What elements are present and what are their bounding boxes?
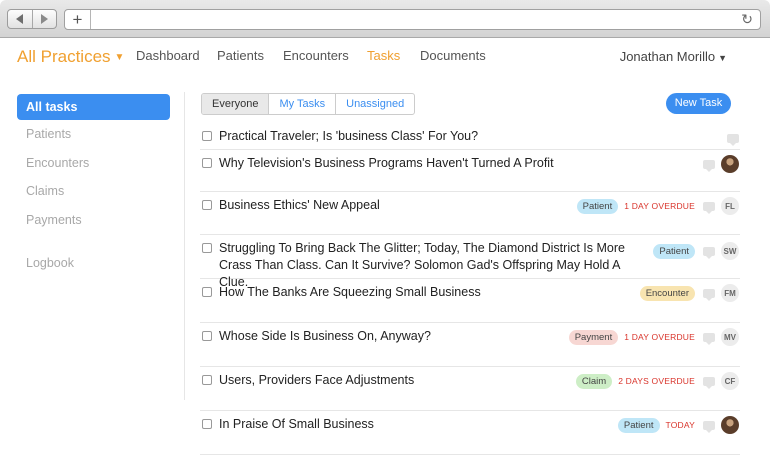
task-tag: Encounter — [639, 285, 695, 301]
avatar[interactable]: CF — [721, 372, 739, 390]
task-meta: Claim 2 DAYS OVERDUE CF — [575, 372, 739, 390]
nav-documents[interactable]: Documents — [420, 48, 486, 63]
task-row: Struggling To Bring Back The Glitter; To… — [200, 235, 740, 289]
task-tag: Patient — [576, 198, 619, 214]
due-status: 2 DAYS OVERDUE — [618, 376, 695, 386]
task-meta: Payment 1 DAY OVERDUE MV — [568, 328, 739, 346]
task-title[interactable]: In Praise Of Small Business — [219, 416, 639, 433]
task-tag: Payment — [568, 329, 619, 345]
avatar[interactable] — [721, 155, 739, 173]
task-row: Business Ethics' New Appeal Patient 1 DA… — [200, 192, 740, 235]
task-checkbox[interactable] — [202, 331, 212, 341]
task-meta: Patient SW — [653, 242, 739, 260]
avatar[interactable]: FL — [721, 197, 739, 215]
nav-patients[interactable]: Patients — [217, 48, 264, 63]
sidebar-divider — [184, 92, 185, 400]
new-task-button[interactable]: New Task — [666, 93, 731, 114]
task-title[interactable]: How The Banks Are Squeezing Small Busine… — [219, 284, 639, 301]
practice-switcher-label: All Practices — [17, 47, 111, 66]
assignee-filter: Everyone My Tasks Unassigned — [201, 93, 416, 115]
due-status: TODAY — [665, 420, 695, 430]
sidebar-item-encounters[interactable]: Encounters — [17, 149, 170, 178]
user-name: Jonathan Morillo — [619, 49, 716, 64]
task-checkbox[interactable] — [202, 287, 212, 297]
task-row: Practical Traveler; Is 'business Class' … — [200, 124, 740, 150]
task-row: How The Banks Are Squeezing Small Busine… — [200, 279, 740, 323]
task-checkbox[interactable] — [202, 375, 212, 385]
task-row: Why Television's Business Programs Haven… — [200, 150, 740, 192]
task-meta: Encounter FM — [639, 284, 739, 302]
user-menu[interactable]: Jonathan Morillo ▼ — [620, 49, 727, 64]
reload-icon[interactable]: ↻ — [741, 11, 753, 28]
sidebar-item-logbook[interactable]: Logbook — [17, 249, 170, 278]
task-tag: Patient — [653, 243, 695, 259]
task-row: Users, Providers Face Adjustments Claim … — [200, 367, 740, 411]
comment-icon[interactable] — [703, 420, 715, 433]
comment-icon[interactable] — [703, 288, 715, 301]
task-list: Practical Traveler; Is 'business Class' … — [200, 124, 740, 455]
task-checkbox[interactable] — [202, 243, 212, 253]
browser-toolbar: + ↻ — [0, 0, 770, 38]
sidebar-item-all-tasks[interactable]: All tasks — [17, 94, 170, 120]
task-row: In Praise Of Small Business Patient TODA… — [200, 411, 740, 455]
task-title[interactable]: Practical Traveler; Is 'business Class' … — [219, 128, 639, 145]
back-arrow-icon — [16, 14, 24, 24]
task-tag: Patient — [617, 417, 660, 433]
filter-my-tasks[interactable]: My Tasks — [268, 94, 335, 114]
comment-icon[interactable] — [703, 376, 715, 389]
due-status: 1 DAY OVERDUE — [624, 201, 695, 211]
avatar[interactable]: SW — [721, 242, 739, 260]
comment-icon[interactable] — [727, 133, 739, 146]
nav-dashboard[interactable]: Dashboard — [136, 48, 200, 63]
nav-encounters[interactable]: Encounters — [283, 48, 349, 63]
chevron-down-icon: ▼ — [718, 53, 727, 63]
task-meta — [701, 155, 739, 173]
forward-button[interactable] — [31, 10, 57, 28]
task-checkbox[interactable] — [202, 131, 212, 141]
comment-icon[interactable] — [703, 332, 715, 345]
sidebar-item-payments[interactable]: Payments — [17, 206, 170, 235]
plus-icon[interactable]: + — [65, 10, 91, 29]
app-navbar: All Practices ▼ Dashboard Patients Encoun… — [0, 38, 770, 76]
sidebar-item-claims[interactable]: Claims — [17, 177, 170, 206]
task-checkbox[interactable] — [202, 419, 212, 429]
history-nav — [7, 9, 57, 29]
comment-icon[interactable] — [703, 246, 715, 259]
forward-arrow-icon — [40, 14, 48, 24]
task-meta — [725, 129, 739, 147]
comment-icon[interactable] — [703, 201, 715, 214]
address-bar[interactable]: + ↻ — [64, 9, 761, 30]
filter-unassigned[interactable]: Unassigned — [335, 94, 414, 114]
practice-switcher[interactable]: All Practices ▼ — [17, 47, 124, 67]
avatar[interactable]: MV — [721, 328, 739, 346]
sidebar: All tasks Patients Encounters Claims Pay… — [17, 94, 170, 278]
task-meta: Patient TODAY — [617, 416, 739, 434]
comment-icon[interactable] — [703, 159, 715, 172]
task-tag: Claim — [575, 373, 613, 389]
nav-tasks[interactable]: Tasks — [367, 48, 400, 63]
chevron-down-icon: ▼ — [114, 52, 125, 63]
due-status: 1 DAY OVERDUE — [624, 332, 695, 342]
sidebar-item-patients[interactable]: Patients — [17, 120, 170, 149]
back-button[interactable] — [8, 10, 32, 28]
task-title[interactable]: Why Television's Business Programs Haven… — [219, 155, 639, 172]
task-row: Whose Side Is Business On, Anyway? Payme… — [200, 323, 740, 367]
filter-everyone[interactable]: Everyone — [202, 94, 269, 114]
avatar[interactable] — [721, 416, 739, 434]
task-checkbox[interactable] — [202, 158, 212, 168]
task-checkbox[interactable] — [202, 200, 212, 210]
task-meta: Patient 1 DAY OVERDUE FL — [576, 197, 739, 215]
avatar[interactable]: FM — [721, 284, 739, 302]
